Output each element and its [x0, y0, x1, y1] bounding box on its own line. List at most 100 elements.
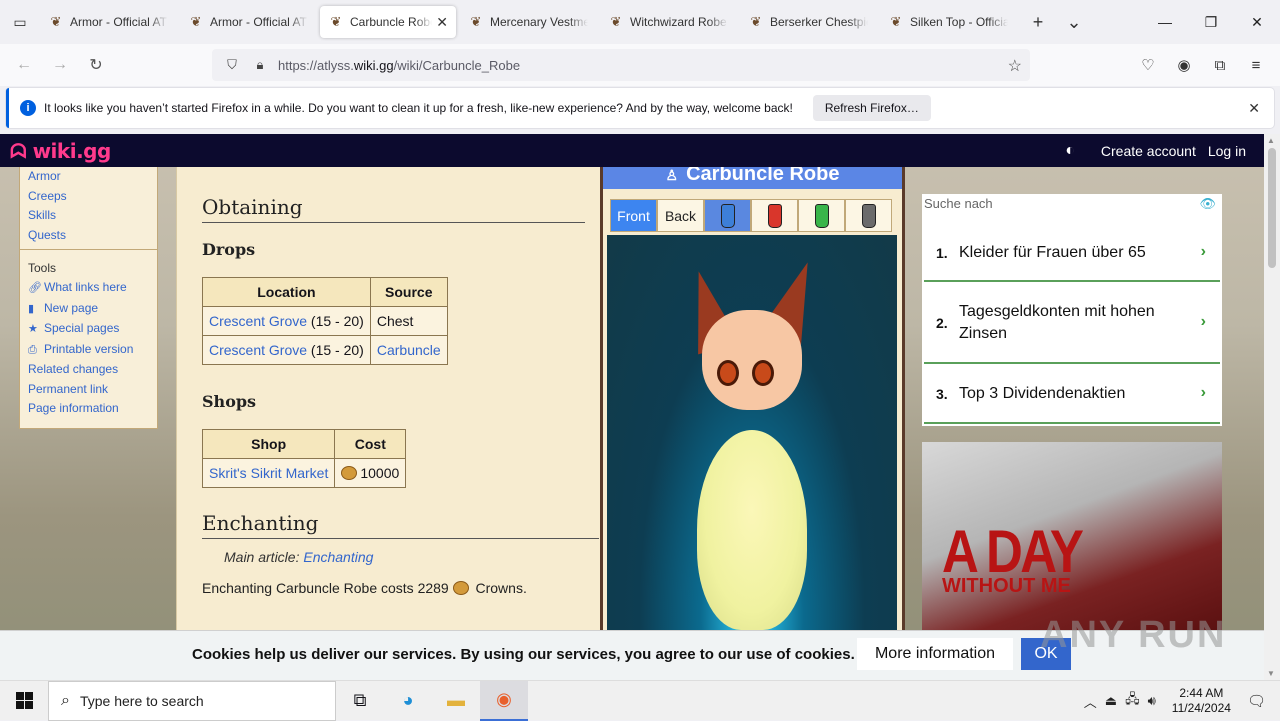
- wiki-logo[interactable]: ᗣ wiki.gg: [10, 139, 111, 163]
- location-link[interactable]: Crescent Grove: [209, 313, 307, 329]
- sidebar-link[interactable]: Skills: [20, 206, 157, 226]
- file-explorer-icon[interactable]: ▬: [432, 681, 480, 721]
- sidebar-link[interactable]: Quests: [20, 226, 157, 246]
- browser-tab[interactable]: ❦ Carbuncle Robe ✕: [320, 6, 456, 38]
- tab-title: Carbuncle Robe: [350, 15, 433, 29]
- sidebar-divider: [20, 249, 157, 250]
- close-window-icon[interactable]: ✕: [1234, 0, 1280, 44]
- tool-link-label: Page information: [28, 401, 119, 415]
- sidebar-link[interactable]: Armor: [20, 167, 157, 187]
- refresh-firefox-button[interactable]: Refresh Firefox…: [812, 95, 931, 121]
- account-icon[interactable]: ◉: [1166, 47, 1202, 83]
- tab-favicon-icon: ❦: [610, 14, 622, 29]
- tab-favicon-icon: ❦: [470, 14, 482, 29]
- tab-back[interactable]: Back: [657, 199, 704, 232]
- chevron-up-icon[interactable]: ︿: [1084, 692, 1097, 711]
- chevron-right-icon: ›: [1200, 384, 1206, 401]
- close-icon[interactable]: ✕: [1248, 100, 1260, 117]
- ad-list-item[interactable]: 1. Kleider für Frauen über 65 ›: [924, 224, 1220, 282]
- enchanting-link[interactable]: Enchanting: [303, 549, 373, 565]
- back-arrow-icon[interactable]: ←: [6, 47, 42, 83]
- new-tab-button[interactable]: +: [1020, 6, 1056, 38]
- info-icon: i: [20, 100, 36, 116]
- ad-list-item[interactable]: 2. Tagesgeldkonten mit hohen Zinsen ›: [924, 282, 1220, 364]
- menu-icon[interactable]: ≡: [1238, 47, 1274, 83]
- tab-front[interactable]: Front: [610, 199, 657, 232]
- creature-head: [702, 310, 802, 410]
- drops-table: Location Source Crescent Grove (15 - 20) C…: [202, 277, 448, 365]
- tool-link[interactable]: Related changes: [20, 360, 157, 380]
- dye-tab[interactable]: [845, 199, 892, 232]
- tool-link[interactable]: ⎙ Printable version: [20, 340, 157, 361]
- wiki-header: ᗣ wiki.gg ◐ Create account Log in: [0, 134, 1264, 167]
- taskbar-search[interactable]: ⌕ Type here to search: [48, 680, 336, 721]
- shield-icon[interactable]: ⛉: [222, 57, 242, 73]
- tool-link-label: New page: [44, 300, 99, 315]
- dye-tab[interactable]: [798, 199, 845, 232]
- dye-tab[interactable]: [751, 199, 798, 232]
- search-placeholder: Type here to search: [79, 692, 204, 709]
- shop-link[interactable]: Skrit's Sikrit Market: [209, 465, 328, 481]
- shops-heading: Shops: [202, 392, 257, 411]
- source-link[interactable]: Carbuncle: [377, 342, 441, 358]
- clock[interactable]: 2:44 AM 11/24/2024: [1172, 686, 1231, 716]
- tool-link[interactable]: 🔗︎ What links here: [20, 278, 157, 299]
- usb-icon[interactable]: ⏏: [1105, 693, 1117, 709]
- minimize-icon[interactable]: —: [1142, 0, 1188, 44]
- restore-icon[interactable]: ❐: [1188, 0, 1234, 44]
- dye-tab[interactable]: [704, 199, 751, 232]
- system-tray: ︿ ⏏ 🖧︎ 🔊︎ 2:44 AM 11/24/2024 🗨︎: [1080, 681, 1280, 721]
- eye-right: [752, 360, 774, 386]
- create-account-link[interactable]: Create account: [1101, 143, 1196, 159]
- page-scrollbar[interactable]: ▲ ▼: [1264, 134, 1280, 680]
- task-view-icon[interactable]: ⧉: [336, 681, 384, 721]
- firefox-view-icon[interactable]: ▭: [0, 0, 40, 44]
- list-all-tabs-icon[interactable]: ⌄: [1056, 6, 1092, 38]
- ad-list-item[interactable]: 3. Top 3 Dividendenaktien ›: [924, 364, 1220, 424]
- reload-icon[interactable]: ↻: [78, 47, 114, 83]
- browser-tab[interactable]: ❦ Mercenary Vestment: [460, 6, 596, 38]
- scroll-down-icon[interactable]: ▼: [1267, 669, 1275, 678]
- extensions-icon[interactable]: ⧉: [1202, 47, 1238, 83]
- browser-tab[interactable]: ❦ Berserker Chestpiece: [740, 6, 876, 38]
- login-link[interactable]: Log in: [1208, 143, 1246, 159]
- scroll-up-icon[interactable]: ▲: [1267, 136, 1275, 145]
- edge-icon[interactable]: ◕: [384, 681, 432, 721]
- taskbar: ⌕ Type here to search ⧉ ◕ ▬ ◉ ︿ ⏏ 🖧︎ 🔊︎ …: [0, 680, 1280, 721]
- network-icon[interactable]: 🖧︎: [1125, 690, 1140, 712]
- location-link[interactable]: Crescent Grove: [209, 342, 307, 358]
- tool-link-label: Printable version: [44, 341, 134, 356]
- column-header: Source: [369, 277, 448, 307]
- crown-coin-icon: [341, 466, 358, 480]
- firefox-icon[interactable]: ◉: [480, 680, 528, 721]
- forward-arrow-icon[interactable]: →: [42, 47, 78, 83]
- more-information-button[interactable]: More information: [857, 638, 1013, 670]
- lock-icon[interactable]: 🔒︎: [250, 57, 270, 73]
- star-icon: ★: [28, 323, 38, 335]
- banner-ad[interactable]: A DAY WITHOUT ME: [922, 442, 1222, 632]
- browser-tab[interactable]: ❦ Armor - Official ATLYSS Wiki: [180, 6, 316, 38]
- bookmark-star-icon[interactable]: ☆: [1008, 56, 1022, 76]
- scroll-thumb[interactable]: [1268, 148, 1276, 268]
- url-text[interactable]: https://atlyss.wiki.gg/wiki/Carbuncle_Ro…: [278, 58, 520, 73]
- browser-tab[interactable]: ❦ Silken Top - Official: [880, 6, 1016, 38]
- chevron-right-icon: ›: [1200, 243, 1206, 260]
- ad-choices-icon[interactable]: 👁︎: [1199, 196, 1216, 212]
- tool-link[interactable]: ★ Special pages: [20, 319, 157, 340]
- tool-link[interactable]: Page information: [20, 399, 157, 419]
- tool-link[interactable]: Permanent link: [20, 380, 157, 400]
- notifications-icon[interactable]: 🗨︎: [1247, 692, 1266, 710]
- sidebar-link[interactable]: Creeps: [20, 187, 157, 207]
- volume-icon[interactable]: 🔊︎: [1148, 693, 1156, 709]
- theme-toggle-icon[interactable]: ◐: [1065, 142, 1075, 160]
- tool-link[interactable]: ▮ New page: [20, 299, 157, 320]
- url-bar[interactable]: ⛉ 🔒︎ https://atlyss.wiki.gg/wiki/Carbunc…: [212, 49, 1030, 81]
- browser-tab[interactable]: ❦ Witchwizard Robe: [600, 6, 736, 38]
- close-tab-icon[interactable]: ✕: [436, 14, 448, 31]
- eye-left: [717, 360, 739, 386]
- browser-tab[interactable]: ❦ Armor - Official ATLYSS Wiki: [40, 6, 176, 38]
- start-button[interactable]: [0, 681, 48, 721]
- tool-link-label: What links here: [44, 280, 127, 294]
- table-row: Crescent Grove (15 - 20) Chest: [202, 306, 448, 336]
- pocket-icon[interactable]: ♡: [1130, 47, 1166, 83]
